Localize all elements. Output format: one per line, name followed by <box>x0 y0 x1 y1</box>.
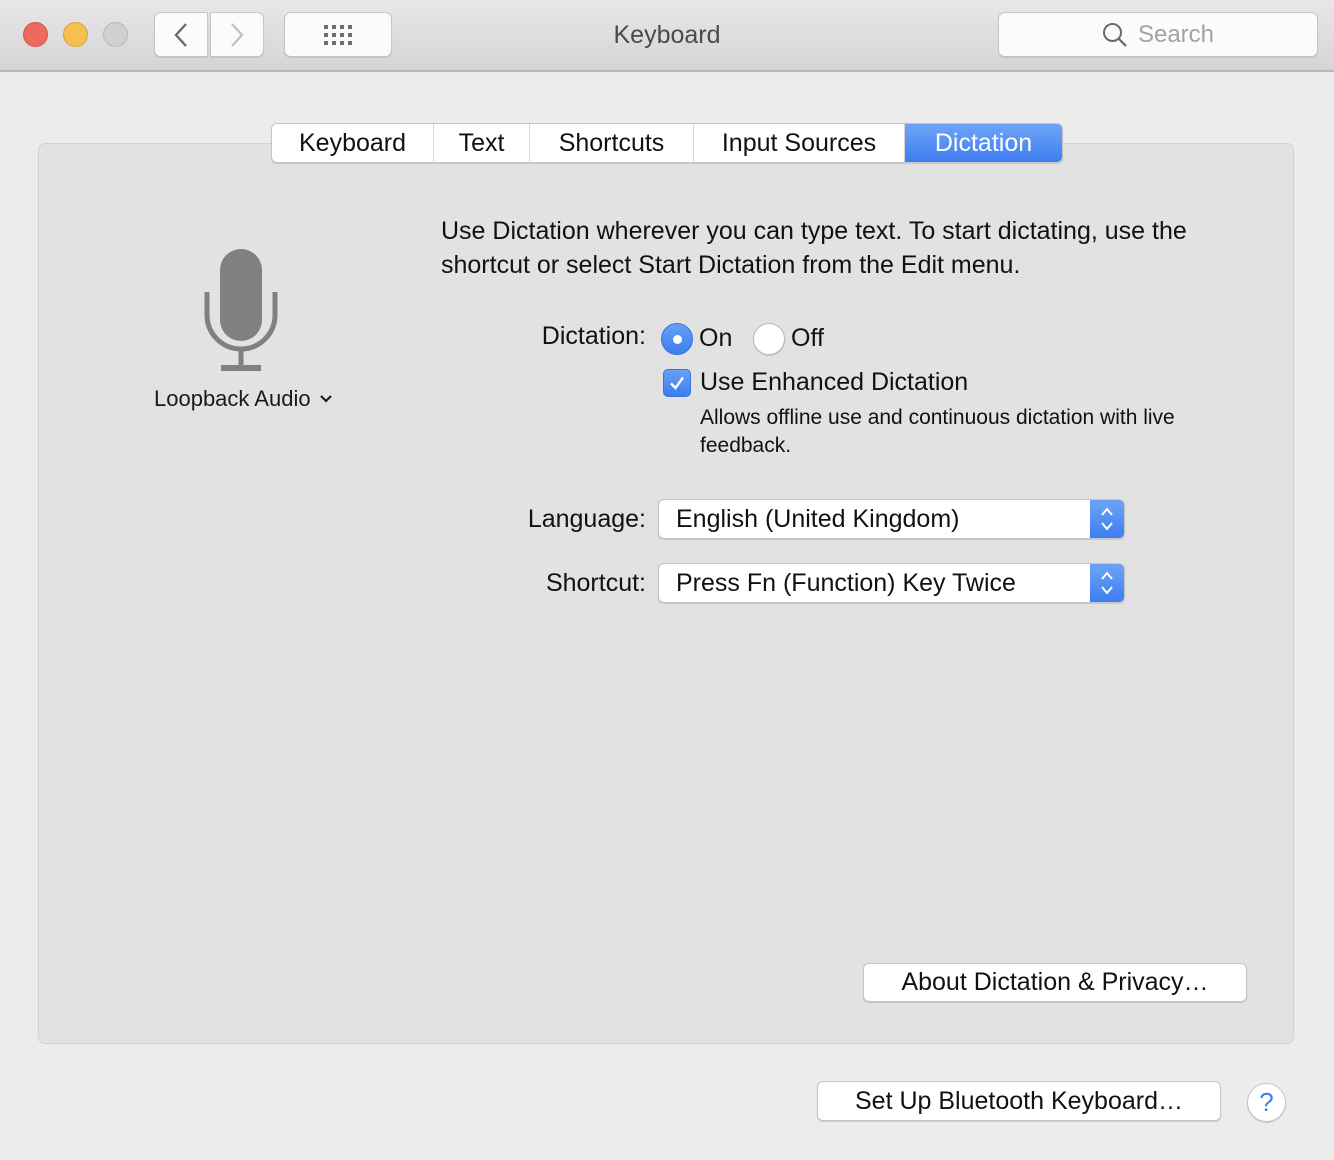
help-button[interactable]: ? <box>1247 1083 1286 1122</box>
tab-text[interactable]: Text <box>434 124 530 162</box>
enhanced-dictation-label[interactable]: Use Enhanced Dictation <box>700 368 968 397</box>
tab-bar: Keyboard Text Shortcuts Input Sources Di… <box>271 123 1063 163</box>
tab-dictation[interactable]: Dictation <box>905 124 1062 162</box>
tab-input-sources[interactable]: Input Sources <box>694 124 905 162</box>
language-value: English (United Kingdom) <box>676 505 960 533</box>
dictation-description: Use Dictation wherever you can type text… <box>441 217 1187 279</box>
microphone-source-label: Loopback Audio <box>154 386 311 411</box>
setup-bluetooth-keyboard-button[interactable]: Set Up Bluetooth Keyboard… <box>817 1081 1221 1121</box>
search-field[interactable]: Search <box>998 12 1318 57</box>
dictation-on-radio[interactable] <box>661 323 693 355</box>
search-input[interactable]: Search <box>1138 21 1214 49</box>
enhanced-dictation-checkbox[interactable] <box>663 369 691 397</box>
language-select[interactable]: English (United Kingdom) <box>658 499 1125 539</box>
shortcut-value: Press Fn (Function) Key Twice <box>676 569 1016 597</box>
chevron-down-icon <box>319 395 332 403</box>
up-down-chevron-icon <box>1101 571 1113 595</box>
tab-keyboard[interactable]: Keyboard <box>272 124 434 162</box>
help-icon: ? <box>1259 1087 1274 1117</box>
shortcut-label: Shortcut: <box>545 569 646 597</box>
microphone-icon <box>204 249 278 371</box>
up-down-chevron-icon <box>1101 507 1113 531</box>
language-label: Language: <box>527 505 646 533</box>
language-stepper <box>1090 500 1124 538</box>
dictation-on-label[interactable]: On <box>699 324 732 353</box>
dictation-label: Dictation: <box>541 322 646 350</box>
search-icon <box>1102 22 1127 47</box>
microphone-source-popup[interactable]: Loopback Audio <box>154 386 333 412</box>
dictation-off-radio[interactable] <box>753 323 785 355</box>
tab-shortcuts[interactable]: Shortcuts <box>530 124 694 162</box>
title-bar: Keyboard Search <box>0 0 1334 72</box>
checkmark-icon <box>670 376 684 390</box>
about-dictation-privacy-button[interactable]: About Dictation & Privacy… <box>863 963 1247 1002</box>
shortcut-stepper <box>1090 564 1124 602</box>
dictation-off-label[interactable]: Off <box>791 324 824 353</box>
shortcut-select[interactable]: Press Fn (Function) Key Twice <box>658 563 1125 603</box>
enhanced-dictation-description: Allows offline use and continuous dictat… <box>700 406 1175 457</box>
